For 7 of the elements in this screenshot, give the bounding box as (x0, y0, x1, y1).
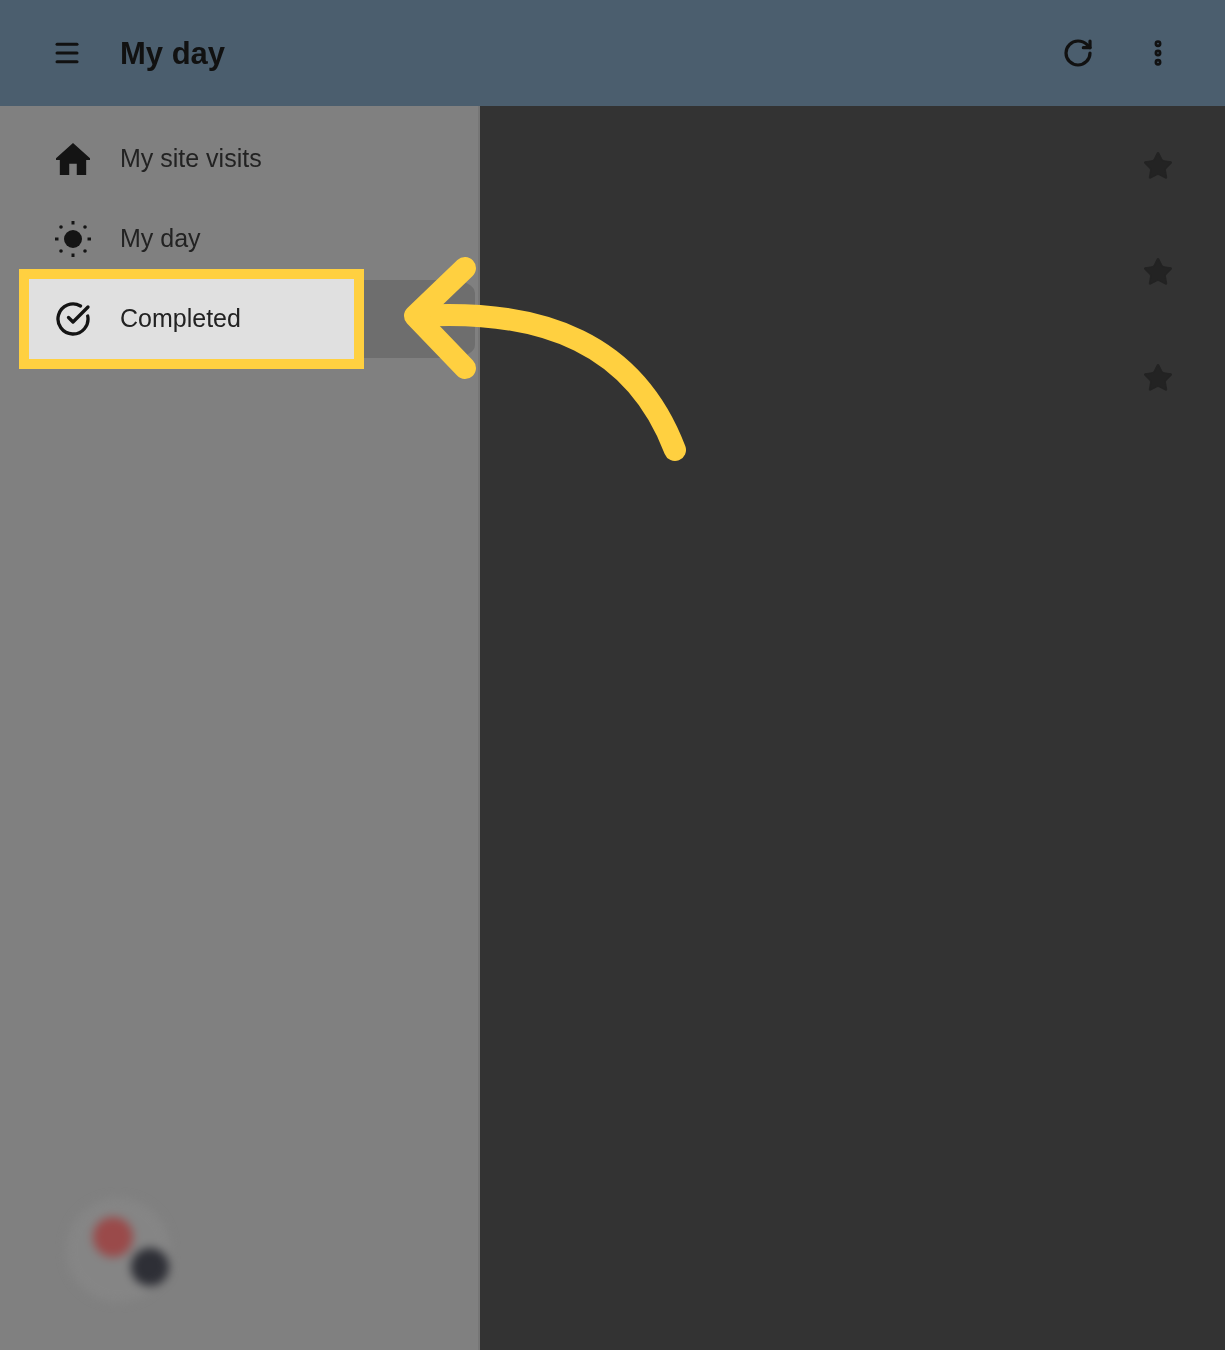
sun-icon (55, 221, 91, 257)
app-bar-title: My day (120, 37, 226, 69)
refresh-icon[interactable] (1062, 37, 1094, 69)
check-circle-icon (55, 300, 91, 338)
home-icon (56, 143, 90, 175)
sidebar-item[interactable]: My site visits (0, 129, 475, 189)
sidebar-item[interactable]: My day (0, 209, 475, 269)
